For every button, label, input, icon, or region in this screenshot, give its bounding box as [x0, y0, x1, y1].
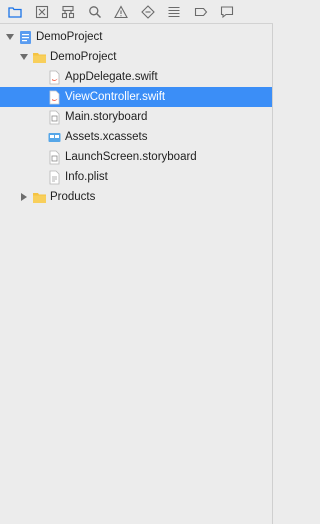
- comment-icon[interactable]: [218, 3, 236, 21]
- warning-icon[interactable]: [112, 3, 130, 21]
- tree-item-label: AppDelegate.swift: [65, 71, 158, 83]
- search-icon[interactable]: [86, 3, 104, 21]
- tree-item-label: ViewController.swift: [65, 91, 166, 103]
- navigator-divider: [272, 0, 273, 524]
- tree-item-label: LaunchScreen.storyboard: [65, 151, 197, 163]
- navigator-toolbar: [0, 0, 273, 24]
- storyboard-file-icon: [46, 149, 62, 165]
- tag-icon[interactable]: [192, 3, 210, 21]
- tree-item-label: DemoProject: [36, 31, 103, 43]
- tree-item-file[interactable]: LaunchScreen.storyboard: [0, 147, 272, 167]
- tree-item-file[interactable]: Main.storyboard: [0, 107, 272, 127]
- tree-item-project[interactable]: DemoProject: [0, 27, 272, 47]
- tree-item-label: Products: [50, 191, 96, 203]
- disclosure-expanded-icon[interactable]: [5, 32, 15, 42]
- source-control-icon[interactable]: [33, 3, 51, 21]
- folder-icon[interactable]: [6, 3, 24, 21]
- tree-item-products[interactable]: Products: [0, 187, 272, 207]
- asset-catalog-icon: [46, 129, 62, 145]
- tree-item-label: DemoProject: [50, 51, 117, 63]
- storyboard-file-icon: [46, 109, 62, 125]
- tree-item-label: Assets.xcassets: [65, 131, 148, 143]
- project-navigator-tree: DemoProject DemoProject AppDelegate.swif…: [0, 27, 272, 207]
- disclosure-collapsed-icon[interactable]: [19, 192, 29, 202]
- tree-item-file[interactable]: AppDelegate.swift: [0, 67, 272, 87]
- plist-file-icon: [46, 169, 62, 185]
- tree-item-file[interactable]: Assets.xcassets: [0, 127, 272, 147]
- tree-item-label: Info.plist: [65, 171, 108, 183]
- hierarchy-icon[interactable]: [59, 3, 77, 21]
- swift-file-icon: [46, 89, 62, 105]
- tree-item-file[interactable]: Info.plist: [0, 167, 272, 187]
- disclosure-expanded-icon[interactable]: [19, 52, 29, 62]
- list-icon[interactable]: [165, 3, 183, 21]
- tree-item-file-selected[interactable]: ViewController.swift: [0, 87, 272, 107]
- folder-icon: [31, 189, 47, 205]
- swift-file-icon: [46, 69, 62, 85]
- tree-item-group[interactable]: DemoProject: [0, 47, 272, 67]
- xcode-project-icon: [17, 29, 33, 45]
- breakpoint-diamond-icon[interactable]: [139, 3, 157, 21]
- folder-icon: [31, 49, 47, 65]
- tree-item-label: Main.storyboard: [65, 111, 148, 123]
